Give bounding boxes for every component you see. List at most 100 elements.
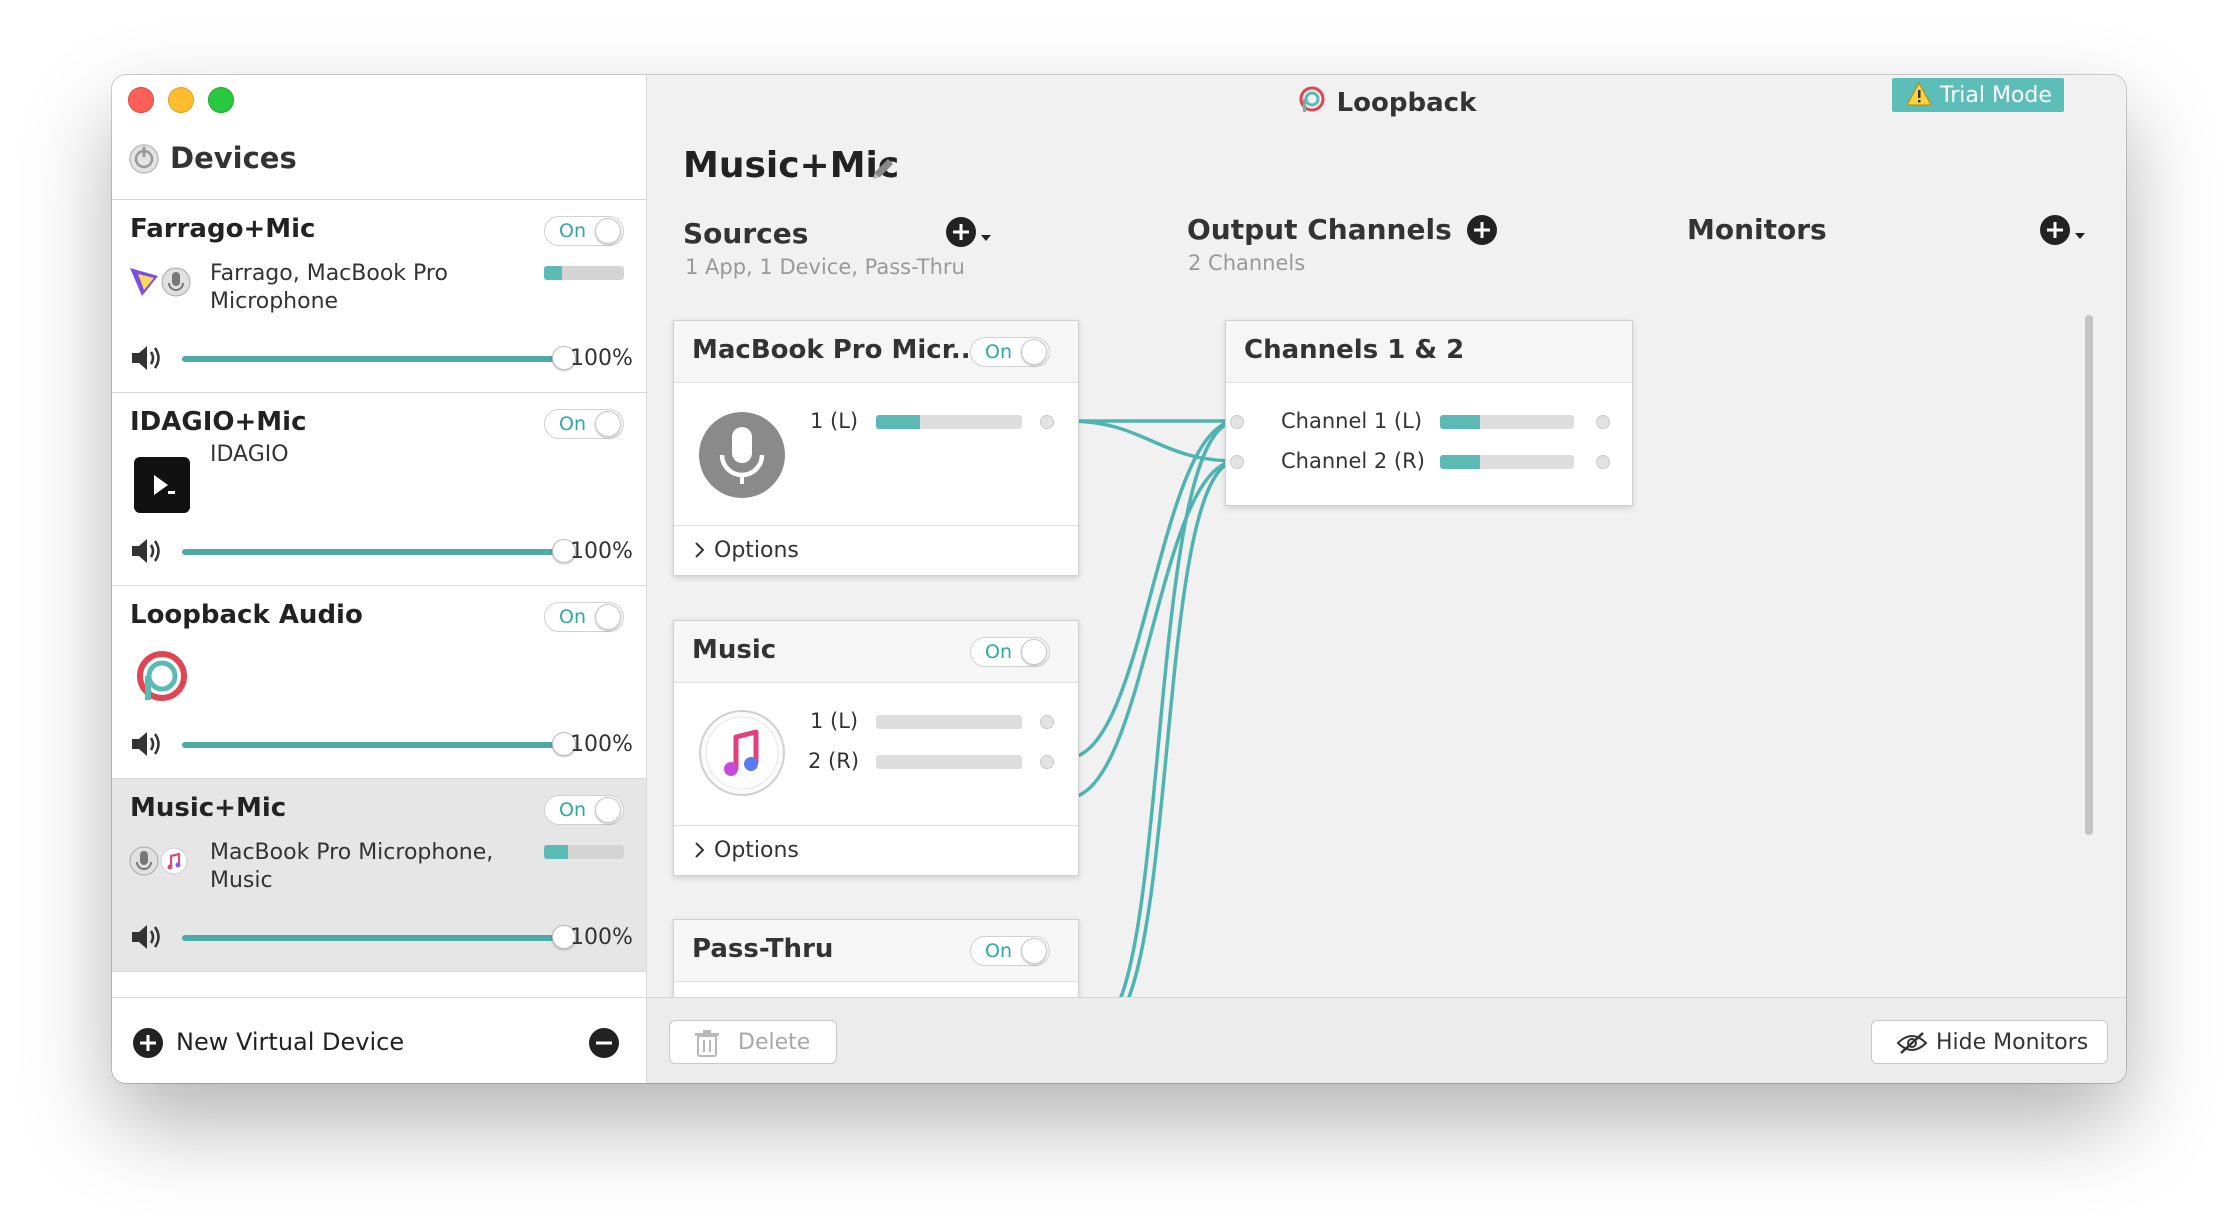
card-header: Music On	[674, 621, 1078, 683]
device-toggle[interactable]: On	[544, 216, 624, 246]
device-music-mic[interactable]: Music+Mic On MacBook Pro Microphone, Mus…	[112, 779, 646, 972]
zoom-window-button[interactable]	[208, 87, 234, 113]
volume-value: 100%	[570, 346, 633, 371]
source-toggle[interactable]: On	[970, 637, 1050, 667]
volume-slider[interactable]	[182, 346, 576, 370]
loopback-logo-icon	[132, 648, 192, 712]
device-sources: MacBook Pro Microphone, Music	[210, 840, 494, 893]
card-header: MacBook Pro Micr... On	[674, 321, 1078, 383]
devices-icon	[128, 143, 160, 179]
card-header: Channels 1 & 2	[1226, 321, 1632, 383]
add-device-icon[interactable]	[132, 1027, 164, 1063]
toggle-label: On	[985, 641, 1012, 663]
channel-label: 1 (L)	[810, 709, 859, 733]
source-output-port[interactable]	[1040, 755, 1054, 769]
toggle-knob	[595, 218, 621, 244]
minimize-window-button[interactable]	[168, 87, 194, 113]
device-sources: Farrago, MacBook Pro Microphone	[210, 261, 448, 314]
microphone-icon	[698, 411, 786, 503]
toggle-label: On	[559, 220, 586, 242]
delete-button[interactable]: Delete	[669, 1020, 837, 1064]
device-level-meter	[544, 266, 624, 280]
toggle-knob	[595, 411, 621, 437]
card-title: MacBook Pro Micr...	[692, 335, 981, 365]
device-loopback-audio[interactable]: Loopback Audio On 100%	[112, 586, 646, 779]
channel-input-port[interactable]	[1230, 455, 1244, 469]
new-virtual-device-button[interactable]: New Virtual Device	[176, 1028, 404, 1056]
wire-music-l-ch1	[1065, 419, 1239, 760]
device-level-fill	[544, 845, 568, 859]
volume-value: 100%	[570, 539, 633, 564]
channel-level-fill	[1440, 415, 1481, 429]
source-card-microphone: MacBook Pro Micr... On 1 (L) Options	[673, 320, 1079, 576]
channel-label: 1 (L)	[810, 409, 859, 433]
speaker-icon	[130, 922, 166, 956]
channel-level-fill	[876, 415, 920, 429]
channel-level-meter	[876, 715, 1022, 729]
channel-label: 2 (R)	[808, 749, 860, 773]
volume-slider[interactable]	[182, 925, 576, 949]
hide-monitors-label: Hide Monitors	[1936, 1030, 2089, 1055]
device-name: Loopback Audio	[130, 600, 363, 630]
card-title: Music	[692, 635, 777, 665]
toggle-label: On	[985, 940, 1012, 962]
device-name: Music+Mic	[130, 793, 287, 823]
device-level-meter	[544, 845, 624, 859]
close-window-button[interactable]	[128, 87, 154, 113]
speaker-icon	[130, 729, 166, 763]
toggle-knob	[595, 604, 621, 630]
chevron-right-icon	[694, 540, 706, 564]
vertical-scrollbar[interactable]	[2085, 315, 2093, 835]
card-header: Pass-Thru On	[674, 920, 1078, 982]
sidebar-footer: New Virtual Device	[112, 997, 646, 1083]
toggle-knob	[1021, 339, 1047, 365]
device-idagio-mic[interactable]: IDAGIO+Mic On IDAGIO 100%	[112, 393, 646, 586]
output-channels-card: Channels 1 & 2 Channel 1 (L) Channel 2 (…	[1225, 320, 1633, 506]
device-level-fill	[544, 266, 562, 280]
channel-output-port[interactable]	[1596, 415, 1610, 429]
volume-value: 100%	[570, 925, 633, 950]
microphone-icon	[161, 267, 191, 297]
volume-slider[interactable]	[182, 539, 576, 563]
remove-device-icon[interactable]	[588, 1027, 620, 1063]
device-farrago-mic[interactable]: Farrago+Mic On Farrago, MacBook Pro Micr…	[112, 200, 646, 393]
volume-slider[interactable]	[182, 732, 576, 756]
toggle-label: On	[985, 341, 1012, 363]
channel-level-meter	[1440, 415, 1574, 429]
main-panel: Loopback Trial Mode Music+Mic Sources 1 …	[647, 75, 2126, 1083]
device-toggle[interactable]: On	[544, 795, 624, 825]
toggle-knob	[595, 797, 621, 823]
sidebar-title: Devices	[170, 141, 297, 175]
toggle-knob	[1021, 639, 1047, 665]
delete-label: Delete	[738, 1030, 811, 1055]
source-output-port[interactable]	[1040, 715, 1054, 729]
card-title: Pass-Thru	[692, 934, 834, 964]
channel-level-meter	[876, 755, 1022, 769]
channel-label: Channel 1 (L)	[1281, 409, 1423, 433]
bottom-toolbar: Delete Hide Monitors	[647, 997, 2126, 1083]
device-toggle[interactable]: On	[544, 602, 624, 632]
device-name: Farrago+Mic	[130, 214, 316, 244]
music-icon	[160, 847, 188, 875]
source-toggle[interactable]: On	[970, 337, 1050, 367]
toggle-label: On	[559, 606, 586, 628]
source-options[interactable]: Options	[674, 525, 1078, 577]
channel-level-meter	[1440, 455, 1574, 469]
source-output-port[interactable]	[1040, 415, 1054, 429]
channel-input-port[interactable]	[1230, 415, 1244, 429]
chevron-right-icon	[694, 840, 706, 864]
channel-level-fill	[1440, 455, 1481, 469]
idagio-icon	[134, 457, 190, 517]
device-sources: IDAGIO	[210, 442, 289, 467]
channel-level-meter	[876, 415, 1022, 429]
source-options[interactable]: Options	[674, 825, 1078, 877]
source-icons	[128, 262, 208, 306]
device-toggle[interactable]: On	[544, 409, 624, 439]
sidebar: Devices Farrago+Mic On Farrago, MacBook …	[112, 75, 647, 1083]
source-toggle[interactable]: On	[970, 936, 1050, 966]
hide-monitors-button[interactable]: Hide Monitors	[1871, 1020, 2108, 1064]
microphone-icon	[129, 846, 159, 876]
channel-label: Channel 2 (R)	[1281, 449, 1425, 473]
channel-output-port[interactable]	[1596, 455, 1610, 469]
music-app-icon	[698, 709, 786, 801]
